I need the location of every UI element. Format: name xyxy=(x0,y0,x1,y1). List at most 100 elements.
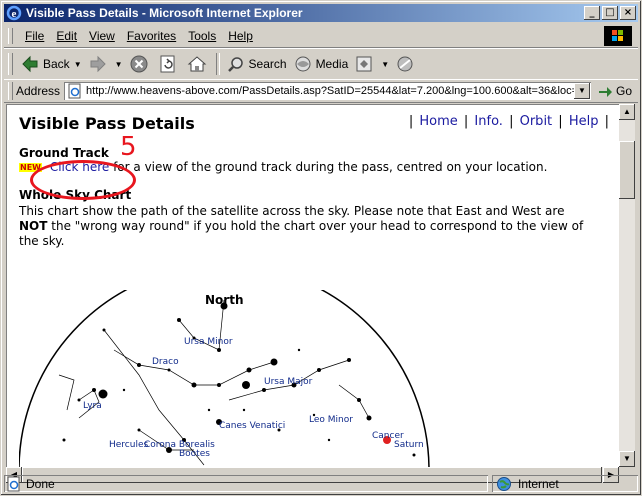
annotation-circle xyxy=(30,160,136,200)
forward-dropdown-icon[interactable]: ▼ xyxy=(115,60,123,69)
mail-button[interactable] xyxy=(392,52,421,76)
page-viewport: Visible Pass Details | Home | Info. | Or… xyxy=(6,104,619,467)
annotation-number: 5 xyxy=(120,132,137,162)
go-label: Go xyxy=(615,84,632,98)
chart-label-saturn: Saturn xyxy=(394,440,424,450)
go-button[interactable]: Go xyxy=(597,83,632,99)
history-dropdown-icon[interactable]: ▼ xyxy=(381,60,389,69)
nav-sep: | xyxy=(463,114,469,129)
nav-sep: | xyxy=(558,114,563,129)
menu-favorites[interactable]: Favorites xyxy=(121,29,182,43)
home-icon xyxy=(187,56,206,72)
chart-label-hercules: Hercules xyxy=(109,440,148,450)
search-button[interactable]: Search xyxy=(223,52,290,76)
status-page-icon xyxy=(7,476,20,491)
ground-track-heading: Ground Track xyxy=(19,146,109,160)
chart-label-canes-venatici: Canes Venatici xyxy=(219,421,285,431)
address-bar: Address http://www.heavens-above.com/Pas… xyxy=(4,79,638,103)
address-label: Address xyxy=(16,84,61,98)
scroll-up-icon[interactable]: ▲ xyxy=(619,104,635,120)
internet-globe-icon xyxy=(497,476,511,491)
media-icon xyxy=(295,56,311,72)
address-dropdown-icon[interactable]: ▼ xyxy=(573,83,590,99)
search-icon xyxy=(227,57,243,72)
status-zone-label: Internet xyxy=(518,476,559,491)
chart-label-ursa-minor: Ursa Minor xyxy=(184,337,233,347)
stars xyxy=(62,302,416,457)
address-grip xyxy=(8,82,13,100)
history-icon xyxy=(356,56,372,72)
menu-view-label: View xyxy=(89,29,115,43)
search-label: Search xyxy=(248,57,287,71)
sky-desc-line2: the "wrong way round" if you hold the ch… xyxy=(47,219,584,233)
maximize-button[interactable]: □ xyxy=(602,6,618,20)
title-bar: e Visible Pass Details - Microsoft Inter… xyxy=(4,4,638,22)
horizon-circle xyxy=(19,290,430,467)
chart-label-draco: Draco xyxy=(152,357,179,367)
sky-chart: North Ursa Minor Draco Ursa Major Lyra C… xyxy=(19,290,430,467)
nav-sep: | xyxy=(509,114,514,129)
browser-window: e Visible Pass Details - Microsoft Inter… xyxy=(0,0,642,496)
menu-help[interactable]: Help xyxy=(222,29,259,43)
ground-track-text: for a view of the ground track during th… xyxy=(109,160,548,174)
menu-help-label: Help xyxy=(228,29,253,43)
menu-view[interactable]: View xyxy=(83,29,121,43)
status-text: Done xyxy=(26,476,55,491)
refresh-icon xyxy=(160,55,175,73)
home-button[interactable] xyxy=(184,52,213,76)
back-dropdown-icon[interactable]: ▼ xyxy=(74,60,82,69)
sky-desc-bold: NOT xyxy=(19,219,48,233)
media-button[interactable]: Media xyxy=(290,52,352,76)
scroll-down-icon[interactable]: ▼ xyxy=(619,451,635,467)
close-button[interactable]: × xyxy=(620,6,636,20)
page-icon xyxy=(68,83,81,99)
status-zone: Internet xyxy=(492,475,638,492)
chart-label-leo-minor: Leo Minor xyxy=(309,415,353,425)
standard-toolbar: Back ▼ ▼ Search Media ▼ xyxy=(4,48,638,80)
windows-logo-icon xyxy=(604,26,632,46)
chart-label-ursa-major: Ursa Major xyxy=(264,377,313,387)
refresh-button[interactable] xyxy=(155,52,184,76)
menu-edit[interactable]: Edit xyxy=(50,29,83,43)
back-button[interactable]: Back ▼ xyxy=(17,52,85,76)
menu-file[interactable]: File xyxy=(19,29,50,43)
vertical-scroll-thumb[interactable] xyxy=(619,141,635,199)
address-url: http://www.heavens-above.com/PassDetails… xyxy=(86,85,574,97)
sky-chart-description: This chart show the path of the satellit… xyxy=(19,204,617,249)
chart-label-lyra: Lyra xyxy=(83,401,102,411)
nav-sep: | xyxy=(604,114,609,129)
nav-sep: | xyxy=(408,114,414,129)
nav-orbit-link[interactable]: Orbit xyxy=(520,114,553,129)
chart-label-bootes: Bootes xyxy=(179,449,210,459)
back-arrow-icon xyxy=(22,55,38,73)
stop-button[interactable] xyxy=(126,52,155,76)
nav-info-link[interactable]: Info. xyxy=(474,114,503,129)
minimize-button[interactable]: _ xyxy=(584,6,600,20)
toolbar-separator xyxy=(215,53,220,75)
history-button[interactable]: ▼ xyxy=(351,52,392,76)
page-title: Visible Pass Details xyxy=(19,114,195,133)
address-input[interactable]: http://www.heavens-above.com/PassDetails… xyxy=(64,82,591,100)
nav-help-link[interactable]: Help xyxy=(569,114,599,129)
forward-button[interactable]: ▼ xyxy=(85,52,126,76)
stop-icon xyxy=(130,55,148,73)
menu-file-label: File xyxy=(25,29,45,43)
nav-links: | Home | Info. | Orbit | Help | xyxy=(407,114,611,129)
status-main: Done xyxy=(4,475,488,492)
menu-favorites-label: Favorites xyxy=(126,29,177,43)
svg-text:e: e xyxy=(12,8,17,20)
nav-home-link[interactable]: Home xyxy=(419,114,457,129)
menu-edit-label: Edit xyxy=(56,29,78,43)
back-label: Back xyxy=(43,57,70,71)
menu-bar: File Edit View Favorites Tools Help xyxy=(4,25,638,48)
mail-icon xyxy=(397,56,413,72)
vertical-scrollbar[interactable]: ▲ ▼ xyxy=(619,104,635,467)
page-header: Visible Pass Details | Home | Info. | Or… xyxy=(19,112,619,134)
toolbar-grip xyxy=(8,53,13,75)
menu-tools[interactable]: Tools xyxy=(182,29,222,43)
forward-arrow-icon xyxy=(90,55,106,73)
status-bar: Done Internet xyxy=(4,475,638,493)
media-label: Media xyxy=(315,57,349,71)
go-arrow-icon xyxy=(598,87,612,97)
sky-desc-line3: the sky. xyxy=(19,234,65,248)
